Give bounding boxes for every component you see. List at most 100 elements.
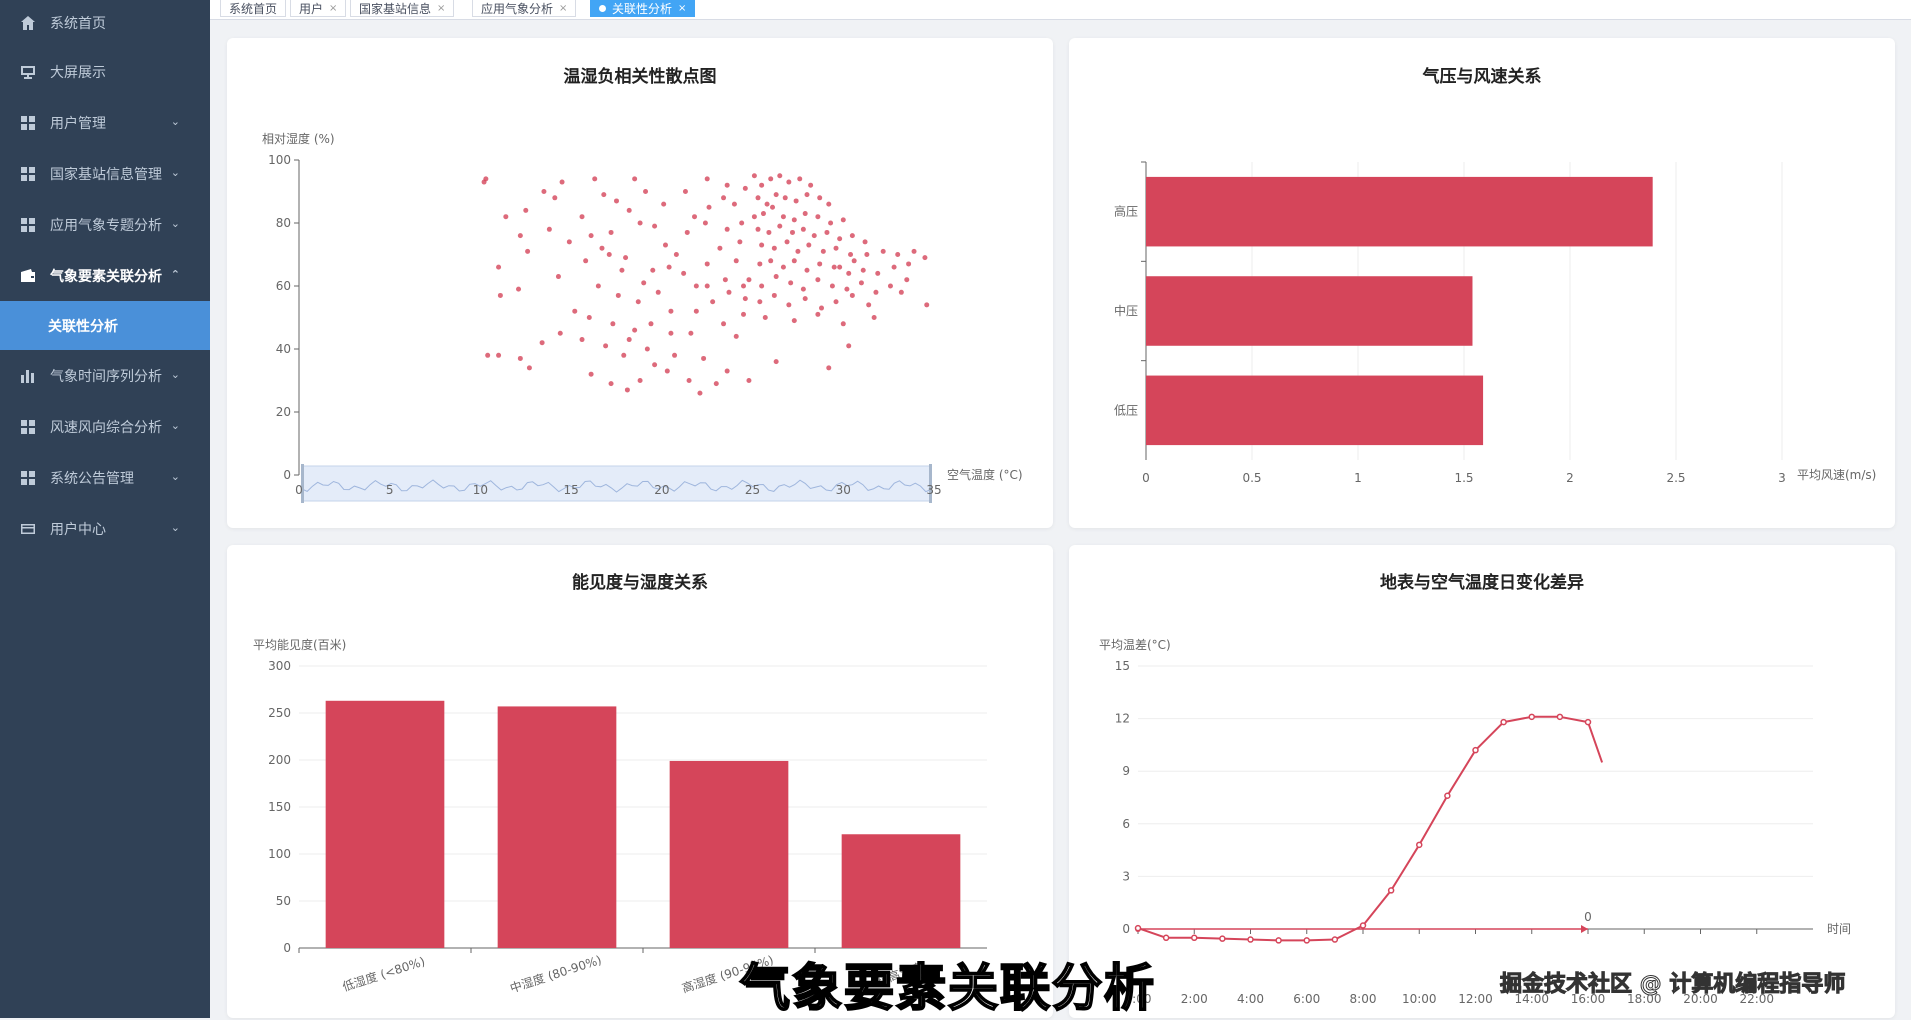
scatter-point-113 <box>849 233 855 239</box>
scatter-point-179 <box>599 245 605 251</box>
chevron-down-icon: ⌄ <box>170 166 180 179</box>
scatter-point-157 <box>849 292 855 298</box>
scatter-point-145 <box>844 286 850 292</box>
scatter-point-107 <box>777 223 783 229</box>
tab-1[interactable]: 用户 × <box>290 0 347 17</box>
scatter-point-91 <box>782 195 788 201</box>
scatter-chart[interactable]: 0 20 40 60 80 100 相对湿度 (%) 空气温度 (°C) 0 5 10 15 20 25 3… <box>227 38 1053 528</box>
scatter-point-82 <box>759 182 765 188</box>
close-icon[interactable]: × <box>437 3 445 14</box>
chevron-up-icon: ⌃ <box>170 268 180 281</box>
chevron-down-icon: ⌄ <box>170 217 180 230</box>
scatter-point-162 <box>791 318 797 324</box>
bar-3 <box>841 834 961 948</box>
x-tick-label: 3 <box>1778 471 1786 485</box>
sidebar-subitem-correlation-analysis[interactable]: 关联性分析 <box>0 301 210 350</box>
scatter-point-38 <box>579 337 585 343</box>
scatter-point-178 <box>619 267 625 273</box>
bar-0 <box>1146 176 1653 247</box>
bar-1 <box>497 706 617 948</box>
sidebar-item-2[interactable]: 用户管理 ⌄ <box>0 97 210 148</box>
scatter-card: 温湿负相关性散点图 0 20 40 60 80 100 相对湿度 (%) 空气温度 (°C) 0… <box>227 38 1053 528</box>
y-category-label: 高压 <box>1114 204 1138 219</box>
y-tick-label: 150 <box>268 800 291 814</box>
sidebar-item-8[interactable]: 系统公告管理 ⌄ <box>0 452 210 503</box>
series-point-5 <box>1275 937 1282 944</box>
scatter-point-141 <box>788 280 794 286</box>
scatter-point-67 <box>704 261 710 267</box>
sidebar-item-4[interactable]: 应用气象专题分析 ⌄ <box>0 199 210 250</box>
tab-label: 国家基站信息 <box>359 1 432 16</box>
sidebar-item-1[interactable]: 大屏展示 <box>0 46 210 97</box>
x-category-label: 低湿度 (<80%) <box>340 953 426 994</box>
scatter-point-98 <box>770 204 776 210</box>
scatter-point-9 <box>496 264 502 270</box>
scatter-point-170 <box>922 255 928 261</box>
scatter-point-119 <box>806 242 812 248</box>
scatter-point-110 <box>811 233 817 239</box>
scatter-point-130 <box>804 267 810 273</box>
scatter-point-101 <box>802 211 808 217</box>
scatter-point-19 <box>588 233 594 239</box>
x-category-label: 中湿度 (80-90%) <box>508 952 603 996</box>
chevron-down-icon: ⌄ <box>170 521 180 534</box>
sidebar-item-7[interactable]: 风速风向综合分析 ⌄ <box>0 401 210 452</box>
scatter-point-81 <box>751 173 757 179</box>
scatter-point-88 <box>755 195 761 201</box>
x-tick-label: 6:00 <box>1293 992 1320 1006</box>
scatter-point-35 <box>632 327 638 333</box>
scatter-point-152 <box>771 292 777 298</box>
tab-label: 系统首页 <box>229 1 278 16</box>
sidebar-item-5[interactable]: 气象要素关联分析 ⌃ <box>0 250 210 301</box>
scatter-point-76 <box>704 176 710 182</box>
temperature-diff-chart[interactable]: 03691215平均温差(°C)时间0:00 2:00 4:00 6:00 8:00 10… <box>1069 545 1895 1018</box>
tab-0[interactable]: 系统首页 <box>220 0 287 17</box>
marker-label: 0 <box>1584 910 1592 924</box>
bar-0 <box>325 700 445 948</box>
scatter-point-126 <box>757 261 763 267</box>
scatter-point-21 <box>637 220 643 226</box>
scatter-point-14 <box>601 192 607 198</box>
scatter-point-96 <box>751 214 757 220</box>
scatter-point-37 <box>557 330 563 336</box>
sidebar-item-6[interactable]: 气象时间序列分析 ⌄ <box>0 350 210 401</box>
scatter-point-104 <box>840 217 846 223</box>
series-point-9 <box>1387 887 1395 894</box>
scatter-point-131 <box>817 261 823 267</box>
y-tick-label: 0 <box>283 941 291 955</box>
scatter-point-66 <box>681 270 687 276</box>
sidebar-item-9[interactable]: 用户中心 ⌄ <box>0 503 210 554</box>
scatter-point-60 <box>710 299 716 305</box>
y-category-label: 中压 <box>1114 303 1138 318</box>
close-icon[interactable]: × <box>329 3 337 14</box>
x-axis-title: 时间 <box>1827 922 1851 936</box>
close-icon[interactable]: × <box>678 3 686 14</box>
scatter-point-150 <box>742 296 748 302</box>
scatter-point-45 <box>496 352 502 358</box>
scatter-point-173 <box>826 365 832 371</box>
x-tick-label: 4:00 <box>1237 992 1264 1006</box>
tab-2[interactable]: 国家基站信息 × <box>350 0 455 17</box>
scatter-point-92 <box>793 198 799 204</box>
tab-4[interactable]: 关联性分析 × <box>590 0 696 17</box>
tab-3[interactable]: 应用气象分析 × <box>472 0 577 17</box>
bar-chart-icon <box>20 368 36 384</box>
sidebar-item-3[interactable]: 国家基站信息管理 ⌄ <box>0 148 210 199</box>
pressure-wind-chart[interactable]: 0 0.5 1 1.5 2 2.5 3 平均风速(m/s) 高压中压低压 <box>1069 38 1895 528</box>
scatter-point-33 <box>586 315 592 320</box>
bar-2 <box>669 760 789 948</box>
scatter-point-190 <box>652 362 658 368</box>
y-tick-label: 300 <box>268 659 291 673</box>
scatter-point-24 <box>606 252 612 257</box>
scatter-point-15 <box>614 198 619 204</box>
scatter-point-84 <box>777 173 783 179</box>
series-point-2 <box>1191 934 1198 942</box>
close-icon[interactable]: × <box>559 3 567 14</box>
sidebar-item-0[interactable]: 系统首页 <box>0 0 210 46</box>
scatter-point-47 <box>526 365 532 371</box>
scatter-point-29 <box>615 292 621 298</box>
x-tick-label: 0 <box>295 483 303 497</box>
scatter-point-189 <box>672 352 678 358</box>
x-tick-label: 8:00 <box>1350 992 1377 1006</box>
y-tick-label: 250 <box>268 706 291 720</box>
